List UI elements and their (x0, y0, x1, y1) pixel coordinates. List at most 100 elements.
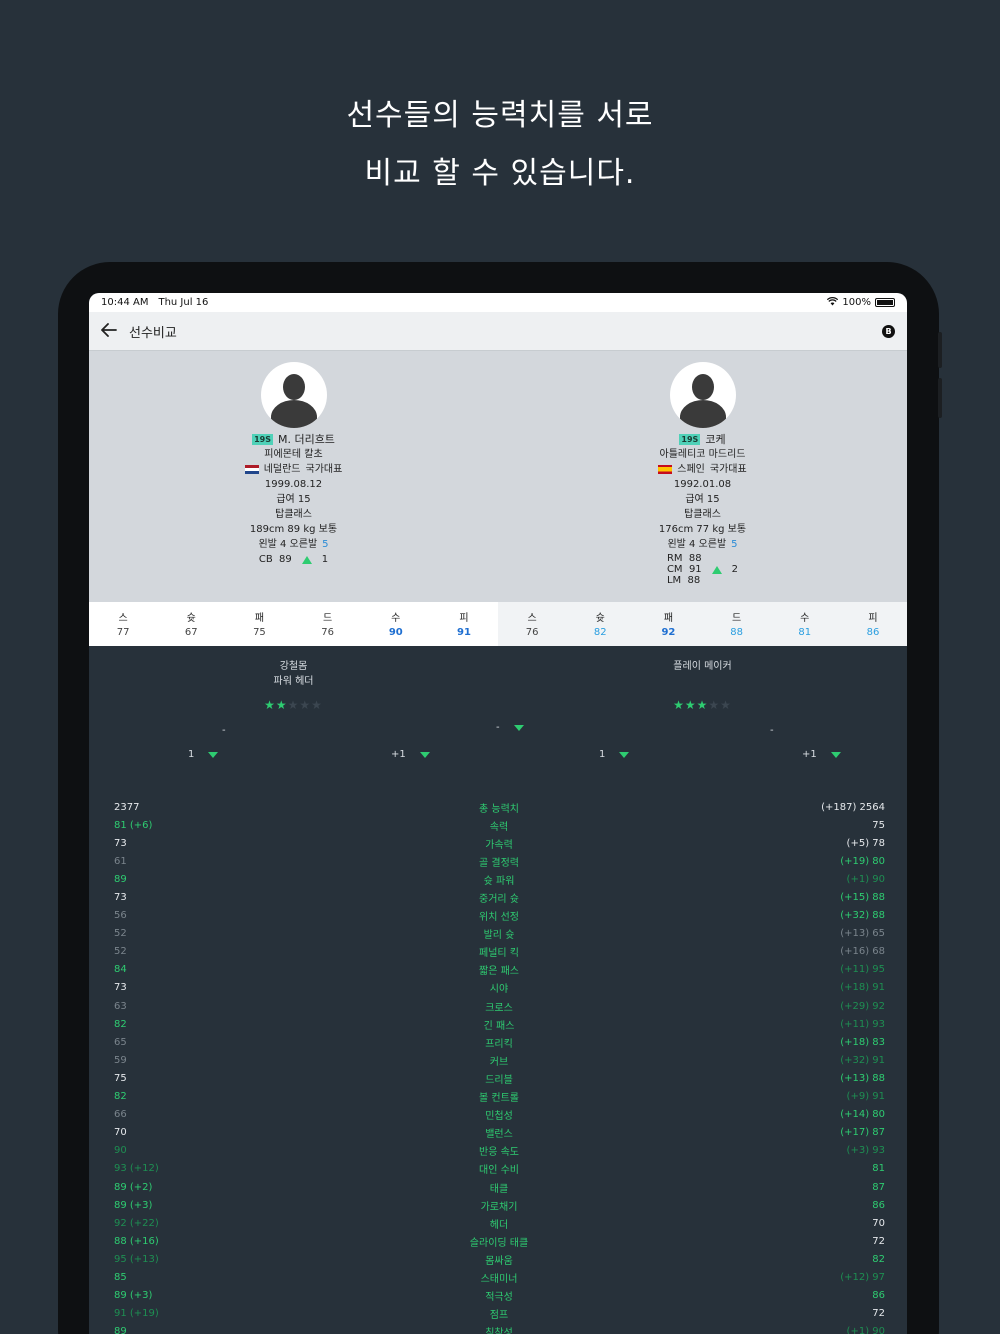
player-avatar-icon (260, 362, 327, 428)
coin-icon[interactable]: B (882, 324, 895, 338)
comparison-row: 2377 총 능력치 (+187) 2564 (89, 798, 907, 816)
chevron-down-icon (619, 751, 630, 758)
right-value: 86 (872, 1290, 885, 1302)
player-strong-foot: 5 (322, 539, 329, 550)
level-select-p1[interactable]: 1 (188, 749, 219, 760)
left-value: 88 (+16) (114, 1235, 159, 1247)
level-select-p2[interactable]: 1 (599, 749, 630, 760)
attribute-label: 총 능력치 (479, 803, 519, 815)
comparison-row: 61 골 결정력 (+19) 80 (89, 852, 907, 870)
comparison-row: 59 커브 (+32) 91 (89, 1051, 907, 1069)
attribute-label: 골 결정력 (479, 857, 519, 869)
player-card-left[interactable]: 19S M. 더리흐트 피에몬테 칼초 네덜란드 국가대표 1999.08.12 급… (89, 351, 498, 602)
comparison-row: 89 슛 파워 (+1) 90 (89, 870, 907, 888)
stat-label: 슛 (186, 613, 196, 624)
comparison-row: 89 침착성 (+1) 90 (89, 1323, 907, 1334)
attribute-label: 크로스 (485, 1002, 513, 1014)
attribute-label: 속력 (489, 821, 509, 833)
stat-label: 수 (391, 613, 401, 624)
attribute-label: 위치 선정 (479, 912, 519, 924)
stat-label: 스 (118, 613, 128, 624)
right-value: 72 (872, 1235, 885, 1247)
chevron-down-icon (513, 724, 524, 731)
player-card-right[interactable]: 19S 코케 아틀레티코 마드리드 스페인 국가대표 1992.01.08 급여 1… (498, 351, 907, 602)
star-filled-icon: ★ (673, 698, 685, 712)
comparison-row: 73 가속력 (+5) 78 (89, 834, 907, 852)
stat-value: 75 (253, 627, 266, 638)
left-value: 89 (+3) (114, 1290, 153, 1302)
attribute-label: 민첩성 (485, 1111, 513, 1123)
select-value: - (770, 725, 774, 736)
rank-up-icon (711, 565, 722, 574)
traits-left: 강철몸 파워 헤더 (89, 659, 498, 689)
right-value: (+15) 88 (840, 892, 885, 904)
attribute-label: 드리블 (485, 1074, 513, 1086)
comparison-row: 85 스태미너 (+12) 97 (89, 1268, 907, 1286)
player-strong-foot: 5 (731, 539, 738, 550)
traits-right: 플레이 메이커 (498, 659, 907, 674)
left-value: 59 (114, 1054, 127, 1066)
left-value: 95 (+13) (114, 1253, 159, 1265)
back-arrow-icon[interactable] (101, 321, 127, 342)
app-screen: 10:44 AM Thu Jul 16 100% 선수비교 B 19S M. 더리… (89, 293, 907, 1334)
right-value: 70 (872, 1217, 885, 1229)
stat-value: 86 (866, 627, 880, 638)
rank-value: 1 (321, 554, 329, 565)
attribute-label: 페널티 킥 (479, 948, 519, 960)
player-cards: 19S M. 더리흐트 피에몬테 칼초 네덜란드 국가대표 1999.08.12 급… (89, 351, 907, 602)
right-value: (+13) 88 (840, 1072, 885, 1084)
stat-value: 90 (388, 627, 403, 638)
attribute-label: 프리킥 (485, 1038, 513, 1050)
right-value: (+18) 83 (840, 1036, 885, 1048)
stat-label: 패 (663, 613, 674, 624)
team-select-left[interactable]: - (222, 725, 226, 736)
chevron-down-icon (208, 751, 219, 758)
left-value: 75 (114, 1072, 127, 1084)
player-birth: 1999.08.12 (264, 479, 323, 490)
left-value: 2377 (114, 801, 140, 813)
position-ovr: 89 (279, 554, 292, 565)
player-club: 아틀레티코 마드리드 (659, 449, 746, 460)
bonus-select-p1[interactable]: +1 (391, 749, 430, 760)
position-ovr: 88 (687, 575, 701, 586)
bonus-select-p2[interactable]: +1 (802, 749, 841, 760)
comparison-row: 82 볼 컨트롤 (+9) 91 (89, 1088, 907, 1106)
attribute-label: 밸런스 (485, 1129, 513, 1141)
attribute-label: 슬라이딩 태클 (469, 1237, 529, 1249)
comparison-row: 89 (+3) 가로채기 86 (89, 1196, 907, 1214)
right-value: 82 (872, 1253, 885, 1265)
summary-stats-right: 스 76 슛 82 패 92 드 88 수 81 피 86 (498, 602, 907, 646)
left-value: 85 (114, 1271, 127, 1283)
team-select-middle[interactable]: - (496, 722, 524, 733)
attribute-label: 가속력 (485, 839, 513, 851)
player-nation: 스페인 (677, 464, 705, 475)
stat-value: 81 (798, 627, 812, 638)
rank-up-icon (301, 555, 312, 564)
team-select-right[interactable]: - (770, 725, 774, 736)
left-value: 52 (114, 928, 127, 940)
player-body: 189cm 89 kg 보통 (249, 524, 338, 535)
position-ovr: 88 (688, 553, 702, 564)
comparison-row: 56 위치 선정 (+32) 88 (89, 907, 907, 925)
comparison-row: 93 (+12) 대인 수비 81 (89, 1160, 907, 1178)
left-value: 89 (+2) (114, 1181, 153, 1193)
left-value: 84 (114, 964, 127, 976)
attribute-label: 볼 컨트롤 (479, 1093, 519, 1105)
star-filled-icon: ★ (696, 698, 709, 712)
attribute-label: 침착성 (485, 1328, 513, 1334)
comparison-row: 75 드리블 (+13) 88 (89, 1069, 907, 1087)
comparison-row: 63 크로스 (+29) 92 (89, 997, 907, 1015)
right-value: (+13) 65 (840, 928, 885, 940)
app-bar: 선수비교 B (89, 312, 907, 351)
comparison-row: 73 중거리 슛 (+15) 88 (89, 888, 907, 906)
player-class: 탑클래스 (684, 509, 721, 520)
trait-item: 강철몸 (279, 661, 308, 672)
left-value: 73 (114, 982, 127, 994)
stat-label: 드 (323, 613, 333, 624)
stat-value: 92 (661, 627, 676, 638)
position: CM (666, 564, 683, 575)
status-time: 10:44 AM (101, 297, 149, 308)
player-salary: 급여 15 (685, 494, 720, 505)
left-value: 89 (114, 1326, 127, 1334)
select-value: 1 (599, 749, 606, 760)
